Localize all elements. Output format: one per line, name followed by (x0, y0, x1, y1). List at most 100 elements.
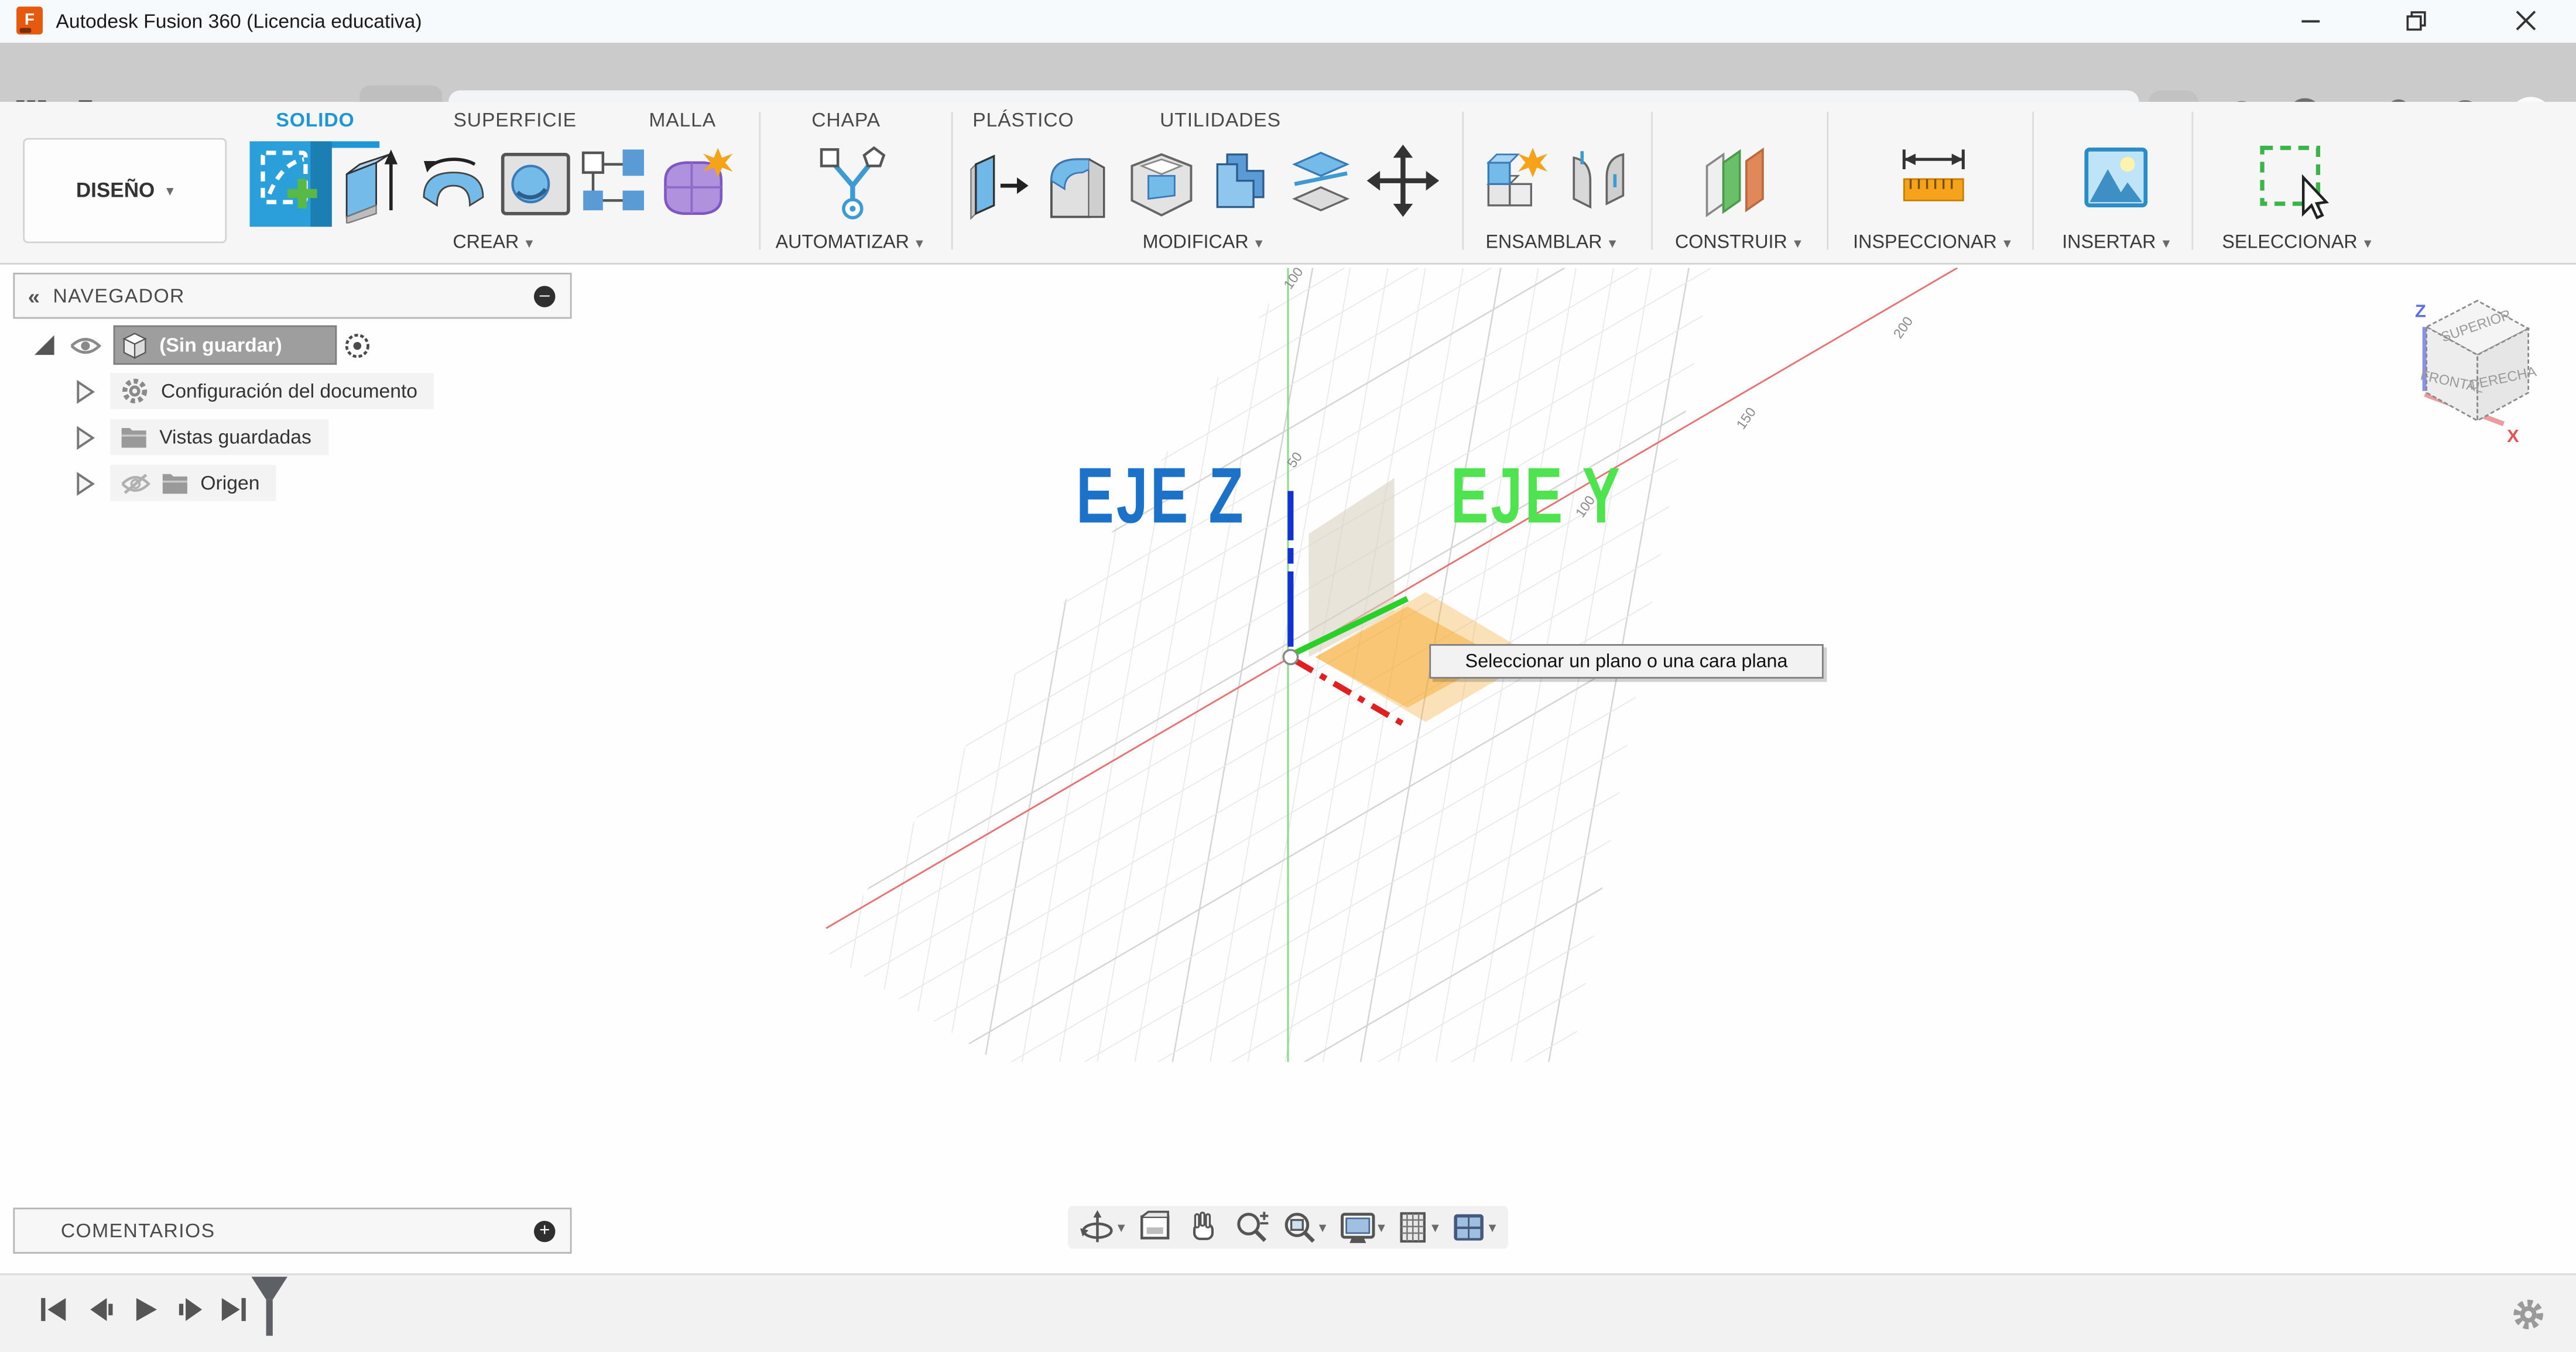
measure-icon (1899, 145, 1968, 214)
look-at-button[interactable] (1137, 1209, 1173, 1245)
svg-text:150: 150 (1734, 405, 1759, 432)
group-insertar[interactable]: INSERTAR (2017, 233, 2215, 253)
row-content[interactable]: Origen (110, 465, 276, 501)
pattern-button[interactable] (580, 145, 649, 217)
gear-icon (2510, 1296, 2547, 1333)
measure-button[interactable] (1899, 145, 1968, 214)
minimize-button[interactable] (2277, 0, 2342, 41)
combine-button[interactable] (1207, 145, 1276, 220)
tab-superficie[interactable]: SUPERFICIE (453, 108, 577, 131)
row-content[interactable]: Vistas guardadas (110, 419, 328, 456)
create-sketch-button[interactable] (250, 141, 332, 227)
tree-row-root[interactable]: (Sin guardar) (33, 327, 410, 363)
fit-button[interactable] (1281, 1209, 1326, 1245)
joint-button[interactable] (1564, 145, 1633, 220)
tree-row-origin[interactable]: Origen (76, 465, 536, 501)
hole-button[interactable] (498, 145, 573, 220)
visibility-off-icon[interactable] (120, 473, 151, 494)
view-cube[interactable]: SUPERIOR FRONTAL DERECHA Z X (2402, 281, 2567, 454)
restore-button[interactable] (2384, 0, 2450, 41)
fit-icon (1281, 1209, 1317, 1245)
chevron-down-icon (1255, 236, 1263, 251)
viewport-canvas[interactable]: 100 50 100 150 200 EJE Z EJE Y Seleccion… (0, 268, 2576, 1273)
display-settings-icon (1338, 1209, 1376, 1245)
tab-plastico[interactable]: PLÁSTICO (972, 108, 1074, 131)
group-crear-label: CREAR (453, 233, 519, 253)
restore-icon (2405, 9, 2428, 32)
collapse-panel-icon[interactable]: « (28, 283, 40, 308)
press-pull-button[interactable] (966, 145, 1032, 224)
origin-point[interactable] (1283, 650, 1297, 664)
timeline-play-button[interactable] (128, 1295, 165, 1324)
workspace-selector[interactable]: DISEÑO (23, 138, 227, 244)
timeline-settings-button[interactable] (2510, 1296, 2547, 1341)
select-button[interactable] (2259, 145, 2338, 227)
tab-utilidades[interactable]: UTILIDADES (1160, 108, 1281, 131)
group-seleccionar[interactable]: SELECCIONAR (2191, 233, 2402, 253)
collapsed-triangle-icon[interactable] (76, 425, 95, 449)
viewports-button[interactable] (1451, 1209, 1496, 1245)
extrude-button[interactable] (340, 145, 406, 224)
minimize-panel-button[interactable]: – (534, 285, 555, 306)
title-bar: F Autodesk Fusion 360 (Licencia educativ… (0, 0, 2576, 45)
skip-to-start-icon (39, 1296, 69, 1323)
timeline-go-to-end-button[interactable] (215, 1295, 252, 1324)
combine-icon (1207, 145, 1276, 220)
root-item-label: (Sin guardar) (159, 334, 282, 357)
chevron-down-icon (1609, 236, 1616, 251)
tab-solido[interactable]: SOLIDO (276, 108, 354, 131)
shell-button[interactable] (1127, 145, 1196, 220)
construction-plane-button[interactable] (1700, 145, 1772, 220)
tab-malla[interactable]: MALLA (649, 108, 716, 131)
folder-icon (161, 471, 189, 494)
group-crear[interactable]: CREAR (394, 233, 591, 253)
viewports-icon (1451, 1209, 1487, 1245)
ground-grid (608, 268, 2291, 1273)
collapsed-triangle-icon[interactable] (76, 379, 95, 403)
row-content[interactable]: Configuración del documento (110, 373, 434, 409)
form-button[interactable] (656, 145, 735, 224)
tab-chapa[interactable]: CHAPA (811, 108, 881, 131)
tree-row-saved-views[interactable]: Vistas guardadas (76, 419, 536, 456)
group-modificar[interactable]: MODIFICAR (1104, 233, 1301, 253)
automate-icon (817, 145, 889, 220)
chevron-down-icon (1431, 1220, 1439, 1235)
gear-icon (120, 376, 150, 406)
visibility-eye-icon[interactable] (69, 334, 102, 355)
navigator-header[interactable]: « NAVEGADOR – (13, 273, 571, 319)
display-settings-button[interactable] (1338, 1209, 1385, 1245)
insert-image-button[interactable] (2083, 145, 2149, 214)
comments-panel[interactable]: COMENTARIOS + (13, 1207, 571, 1254)
move-button[interactable] (1367, 145, 1439, 217)
timeline-bar (0, 1274, 2576, 1352)
timeline-step-forward-button[interactable] (173, 1295, 209, 1324)
offset-face-button[interactable] (1286, 145, 1355, 220)
new-component-button[interactable] (1482, 145, 1551, 220)
expand-triangle-icon[interactable] (33, 334, 56, 357)
automate-button[interactable] (817, 145, 889, 220)
group-inspeccionar[interactable]: INSPECCIONAR (1827, 233, 2037, 253)
add-comment-button[interactable]: + (534, 1220, 555, 1241)
pan-button[interactable] (1185, 1209, 1221, 1245)
group-ensamblar[interactable]: ENSAMBLAR (1453, 233, 1650, 253)
timeline-marker[interactable] (250, 1276, 289, 1344)
collapsed-triangle-icon[interactable] (76, 471, 95, 495)
chevron-down-icon (166, 183, 174, 198)
timeline-go-to-start-button[interactable] (36, 1295, 73, 1324)
group-inspeccionar-label: INSPECCIONAR (1853, 233, 1997, 253)
ribbon-divider (759, 112, 761, 250)
revolve-button[interactable] (416, 145, 491, 224)
grid-snap-button[interactable] (1397, 1209, 1439, 1245)
group-automatizar[interactable]: AUTOMATIZAR (749, 233, 950, 253)
group-construir[interactable]: CONSTRUIR (1640, 233, 1837, 253)
new-component-icon (1482, 145, 1551, 220)
selection-tooltip-text: Seleccionar un plano o una cara plana (1465, 652, 1788, 672)
close-button[interactable] (2492, 0, 2558, 41)
tree-row-doc-settings[interactable]: Configuración del documento (76, 373, 536, 409)
activate-component-icon[interactable] (343, 331, 371, 359)
fillet-button[interactable] (1045, 145, 1114, 224)
timeline-step-back-button[interactable] (82, 1295, 118, 1324)
root-item-selected[interactable]: (Sin guardar) (114, 326, 337, 365)
orbit-button[interactable] (1080, 1209, 1125, 1245)
zoom-button[interactable] (1233, 1209, 1269, 1245)
